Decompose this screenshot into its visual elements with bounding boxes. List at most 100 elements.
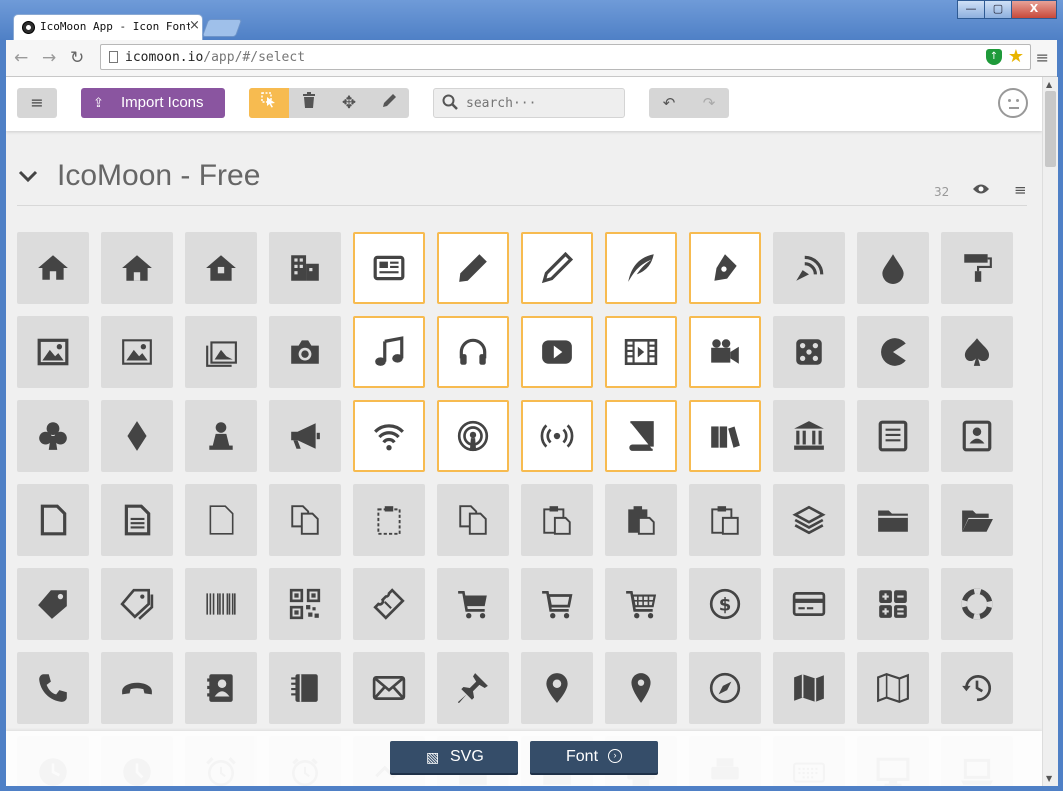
icon-cell-file-clipboard-icon[interactable]: [353, 484, 425, 556]
icon-cell-location-icon[interactable]: [521, 652, 593, 724]
icon-cell-folder-open-icon[interactable]: [941, 484, 1013, 556]
icon-cell-video-camera-icon[interactable]: [689, 316, 761, 388]
icon-cell-paste2-icon[interactable]: [605, 484, 677, 556]
icon-cell-phone-hang-up-icon[interactable]: [101, 652, 173, 724]
icon-cell-connection-icon[interactable]: [353, 400, 425, 472]
icon-cell-clubs-icon[interactable]: [17, 400, 89, 472]
icon-cell-droplet-icon[interactable]: [857, 232, 929, 304]
icon-cell-file-empty2-icon[interactable]: [185, 484, 257, 556]
icon-cell-lifebuoy-icon[interactable]: [941, 568, 1013, 640]
icon-cell-location2-icon[interactable]: [605, 652, 677, 724]
icon-cell-blog-icon[interactable]: [773, 232, 845, 304]
select-tool-button[interactable]: [249, 88, 289, 118]
icon-cell-pawn-icon[interactable]: [185, 400, 257, 472]
icon-cell-price-tag-icon[interactable]: [17, 568, 89, 640]
bookmark-star-icon[interactable]: ★: [1008, 46, 1024, 67]
icon-cell-pacman-icon[interactable]: [857, 316, 929, 388]
icon-cell-pushpin-icon[interactable]: [437, 652, 509, 724]
eye-icon[interactable]: [973, 181, 989, 199]
icon-cell-diamonds-icon[interactable]: [101, 400, 173, 472]
minimize-button[interactable]: —: [957, 0, 985, 19]
tab-close-icon[interactable]: ×: [189, 18, 200, 33]
icon-cell-folder-icon[interactable]: [857, 484, 929, 556]
icon-cell-bullhorn-icon[interactable]: [269, 400, 341, 472]
icon-cell-file-text-icon[interactable]: [857, 400, 929, 472]
icon-cell-music-icon[interactable]: [353, 316, 425, 388]
icon-cell-calculator-icon[interactable]: [857, 568, 929, 640]
undo-button[interactable]: ↶: [649, 88, 689, 118]
icon-cell-map2-icon[interactable]: [857, 652, 929, 724]
maximize-button[interactable]: ▢: [984, 0, 1012, 19]
edit-tool-button[interactable]: [369, 88, 409, 118]
icon-cell-play-icon[interactable]: [521, 316, 593, 388]
icon-cell-library-icon[interactable]: [773, 400, 845, 472]
icon-cell-book-icon[interactable]: [605, 400, 677, 472]
icon-cell-coin-dollar-icon[interactable]: $: [689, 568, 761, 640]
icon-cell-film-icon[interactable]: [605, 316, 677, 388]
icon-cell-camera-icon[interactable]: [269, 316, 341, 388]
icon-cell-cart-icon[interactable]: [437, 568, 509, 640]
font-export-button[interactable]: Font ›: [530, 741, 658, 773]
account-face-icon[interactable]: [998, 88, 1028, 118]
icon-cell-history-icon[interactable]: [941, 652, 1013, 724]
scroll-down-arrow-icon[interactable]: ▼: [1046, 774, 1052, 783]
icon-cell-file-text2-icon[interactable]: [101, 484, 173, 556]
main-menu-button[interactable]: ≡: [17, 88, 57, 118]
icon-cell-pencil-icon[interactable]: [437, 232, 509, 304]
icon-cell-phone-icon[interactable]: [17, 652, 89, 724]
icon-cell-envelop-icon[interactable]: [353, 652, 425, 724]
icon-cell-podcast-icon[interactable]: [437, 400, 509, 472]
svg-export-button[interactable]: ▧ SVG: [390, 741, 518, 773]
icon-cell-barcode-icon[interactable]: [185, 568, 257, 640]
icon-cell-profile-icon[interactable]: [941, 400, 1013, 472]
icon-cell-cart3-icon[interactable]: [605, 568, 677, 640]
icon-cell-notebook-icon[interactable]: [269, 652, 341, 724]
address-bar[interactable]: icomoon.io/app/#/select ↑ ★: [100, 44, 1031, 70]
icon-cell-files-empty-icon[interactable]: [269, 484, 341, 556]
icon-cell-compass-icon[interactable]: [689, 652, 761, 724]
icon-cell-pencil2-icon[interactable]: [521, 232, 593, 304]
page-scrollbar[interactable]: ▲ ▼: [1042, 77, 1058, 786]
icon-cell-credit-card-icon[interactable]: [773, 568, 845, 640]
icon-cell-images-icon[interactable]: [185, 316, 257, 388]
icon-cell-headphones-icon[interactable]: [437, 316, 509, 388]
scroll-up-arrow-icon[interactable]: ▲: [1046, 80, 1052, 89]
icon-cell-image2-icon[interactable]: [101, 316, 173, 388]
icon-cell-paint-format-icon[interactable]: [941, 232, 1013, 304]
browser-tab[interactable]: IcoMoon App - Icon Font ×: [13, 14, 203, 40]
shield-extension-icon[interactable]: ↑: [986, 49, 1002, 65]
icon-cell-books-icon[interactable]: [689, 400, 761, 472]
icon-cell-paste-icon[interactable]: [521, 484, 593, 556]
delete-tool-button[interactable]: [289, 88, 329, 118]
icon-cell-ticket-icon[interactable]: [353, 568, 425, 640]
set-menu-icon[interactable]: ≡: [1014, 181, 1027, 199]
icon-cell-image-icon[interactable]: [17, 316, 89, 388]
icon-cell-home3-icon[interactable]: [185, 232, 257, 304]
icon-cell-price-tags-icon[interactable]: [101, 568, 173, 640]
icon-cell-paste3-icon[interactable]: [689, 484, 761, 556]
icon-cell-spades-icon[interactable]: [941, 316, 1013, 388]
icon-cell-office-icon[interactable]: [269, 232, 341, 304]
icon-cell-home-icon[interactable]: [17, 232, 89, 304]
redo-button[interactable]: ↷: [689, 88, 729, 118]
reload-icon[interactable]: ↻: [70, 48, 84, 68]
icon-cell-home2-icon[interactable]: [101, 232, 173, 304]
collapse-chevron-icon[interactable]: [17, 165, 39, 193]
forward-arrow-icon[interactable]: →: [42, 48, 56, 68]
icon-cell-map-icon[interactable]: [773, 652, 845, 724]
back-arrow-icon[interactable]: ←: [14, 48, 28, 68]
search-box[interactable]: [433, 88, 625, 118]
icon-cell-feed-icon[interactable]: [521, 400, 593, 472]
close-window-button[interactable]: X: [1011, 0, 1057, 19]
icon-cell-copy-icon[interactable]: [437, 484, 509, 556]
icon-cell-stack-icon[interactable]: [773, 484, 845, 556]
import-icons-button[interactable]: ⇪ Import Icons: [81, 88, 225, 118]
icon-cell-cart2-icon[interactable]: [521, 568, 593, 640]
icon-cell-pen-icon[interactable]: [689, 232, 761, 304]
new-tab-button[interactable]: [201, 19, 243, 37]
icon-cell-qrcode-icon[interactable]: [269, 568, 341, 640]
icon-cell-address-book-icon[interactable]: [185, 652, 257, 724]
search-input[interactable]: [464, 95, 618, 112]
icon-cell-file-empty-icon[interactable]: [17, 484, 89, 556]
icon-cell-dice-icon[interactable]: [773, 316, 845, 388]
